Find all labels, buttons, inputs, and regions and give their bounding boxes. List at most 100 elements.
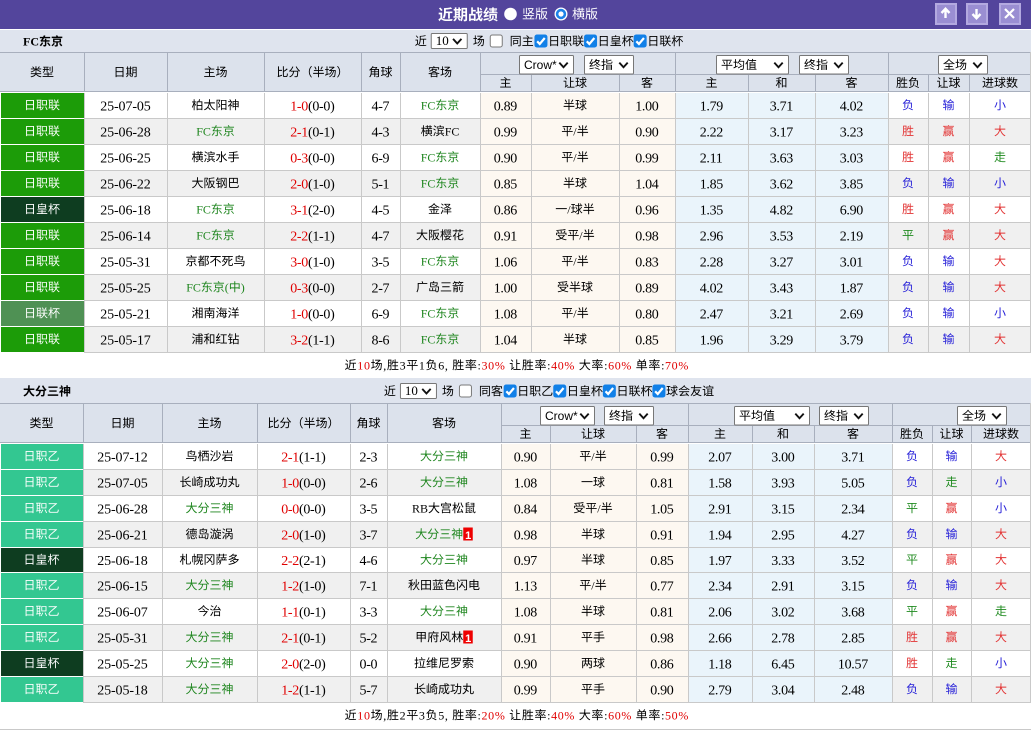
svg-text:(: ( <box>225 280 229 294</box>
svg-text:FC: FC <box>421 332 436 346</box>
svg-text:5,: 5, <box>438 708 448 722</box>
svg-text:1: 1 <box>419 358 426 372</box>
svg-text:1.85: 1.85 <box>700 177 724 192</box>
svg-text:0-0: 0-0 <box>281 502 299 517</box>
svg-text:0.98: 0.98 <box>650 631 674 646</box>
svg-text:2.91: 2.91 <box>708 502 732 517</box>
svg-text:6.90: 6.90 <box>840 203 864 218</box>
svg-text:10: 10 <box>405 383 418 398</box>
svg-text:20%: 20% <box>482 708 506 722</box>
svg-text:2-0: 2-0 <box>281 657 299 672</box>
svg-text:2.06: 2.06 <box>708 605 732 620</box>
svg-text:0.99: 0.99 <box>650 450 674 465</box>
svg-text:2-1: 2-1 <box>281 631 299 646</box>
svg-text:30%: 30% <box>482 358 506 372</box>
svg-text:3.00: 3.00 <box>771 450 795 465</box>
svg-text:6,: 6, <box>438 358 448 372</box>
svg-text:Crow*: Crow* <box>545 409 578 423</box>
svg-text:): ) <box>241 280 245 294</box>
svg-text:1.00: 1.00 <box>635 99 659 114</box>
svg-text:3.29: 3.29 <box>770 333 794 348</box>
svg-text:(0-1): (0-1) <box>299 605 326 620</box>
svg-text:4.02: 4.02 <box>840 99 864 114</box>
svg-text:0.98: 0.98 <box>514 528 538 543</box>
svg-text:(1-1): (1-1) <box>299 450 326 465</box>
svg-text:25-06-28: 25-06-28 <box>97 502 148 517</box>
svg-text:3.63: 3.63 <box>770 151 794 166</box>
svg-text:,: , <box>383 708 387 722</box>
svg-text:FC: FC <box>421 176 436 190</box>
svg-text:0.90: 0.90 <box>514 657 538 672</box>
svg-text:2.19: 2.19 <box>840 229 864 244</box>
svg-text:6-9: 6-9 <box>372 307 390 322</box>
svg-text:0.81: 0.81 <box>650 476 674 491</box>
svg-text:0.86: 0.86 <box>650 657 674 672</box>
svg-text:FC: FC <box>196 124 211 138</box>
svg-text:25-05-17: 25-05-17 <box>100 333 151 348</box>
svg-text:3.03: 3.03 <box>840 151 864 166</box>
svg-text:70%: 70% <box>665 358 689 372</box>
svg-text:10.57: 10.57 <box>838 657 868 672</box>
svg-text:25-05-25: 25-05-25 <box>100 281 151 296</box>
svg-text:FC: FC <box>196 202 211 216</box>
svg-text:2-6: 2-6 <box>360 476 378 491</box>
svg-text:60%: 60% <box>608 708 632 722</box>
svg-text:0.90: 0.90 <box>514 450 538 465</box>
svg-text:3.43: 3.43 <box>770 281 794 296</box>
svg-text:2-0: 2-0 <box>290 177 308 192</box>
svg-text:5-1: 5-1 <box>372 177 390 192</box>
svg-text:0.81: 0.81 <box>650 605 674 620</box>
svg-text:25-06-14: 25-06-14 <box>100 229 151 244</box>
svg-text:0.99: 0.99 <box>494 125 518 140</box>
svg-text:0.99: 0.99 <box>514 683 538 698</box>
svg-text:1.08: 1.08 <box>514 476 538 491</box>
svg-text:0.90: 0.90 <box>635 125 659 140</box>
svg-text:2.78: 2.78 <box>771 631 795 646</box>
svg-text:(1-0): (1-0) <box>299 579 326 594</box>
svg-text:10: 10 <box>357 708 370 722</box>
svg-text:6-9: 6-9 <box>372 151 390 166</box>
svg-text:3: 3 <box>400 358 407 372</box>
svg-text:0.85: 0.85 <box>635 333 659 348</box>
svg-text:0.91: 0.91 <box>650 528 674 543</box>
svg-text:10: 10 <box>436 33 449 48</box>
svg-text:2.34: 2.34 <box>841 502 865 517</box>
svg-text:FC: FC <box>23 35 39 49</box>
svg-text:(0-0): (0-0) <box>308 281 335 296</box>
svg-text:3.68: 3.68 <box>841 605 865 620</box>
svg-text:40%: 40% <box>551 708 575 722</box>
svg-text:0-3: 0-3 <box>290 151 308 166</box>
svg-text:4.27: 4.27 <box>841 528 865 543</box>
svg-text:3.62: 3.62 <box>770 177 794 192</box>
svg-text:0.96: 0.96 <box>635 203 659 218</box>
svg-text:0.89: 0.89 <box>494 99 518 114</box>
svg-text:(0-0): (0-0) <box>308 307 335 322</box>
svg-text:FC: FC <box>421 98 436 112</box>
svg-text:2-0: 2-0 <box>281 528 299 543</box>
svg-text:25-06-18: 25-06-18 <box>100 203 151 218</box>
svg-text:0-0: 0-0 <box>360 657 378 672</box>
svg-text:3.04: 3.04 <box>771 683 795 698</box>
svg-text:1-1: 1-1 <box>281 605 299 620</box>
svg-text:4.02: 4.02 <box>700 281 724 296</box>
svg-text:4-7: 4-7 <box>372 229 390 244</box>
svg-text:40%: 40% <box>551 358 575 372</box>
svg-text:(1-1): (1-1) <box>308 229 335 244</box>
svg-text:3.02: 3.02 <box>771 605 795 620</box>
svg-text:3.27: 3.27 <box>770 255 794 270</box>
svg-text:3.17: 3.17 <box>770 125 794 140</box>
svg-text:3-3: 3-3 <box>360 605 378 620</box>
svg-text:3-0: 3-0 <box>290 255 308 270</box>
svg-text:1-2: 1-2 <box>281 683 299 698</box>
svg-text:(1-0): (1-0) <box>308 255 335 270</box>
svg-text:3.33: 3.33 <box>771 554 795 569</box>
svg-text:(2-0): (2-0) <box>299 657 326 672</box>
svg-text:2.85: 2.85 <box>841 631 865 646</box>
svg-text:1: 1 <box>465 633 471 645</box>
svg-text:5-7: 5-7 <box>360 683 378 698</box>
svg-text:2.95: 2.95 <box>771 528 795 543</box>
svg-text:1.04: 1.04 <box>494 333 518 348</box>
svg-text:0.85: 0.85 <box>650 554 674 569</box>
svg-text:(1-1): (1-1) <box>308 333 335 348</box>
svg-text:3.15: 3.15 <box>841 579 865 594</box>
